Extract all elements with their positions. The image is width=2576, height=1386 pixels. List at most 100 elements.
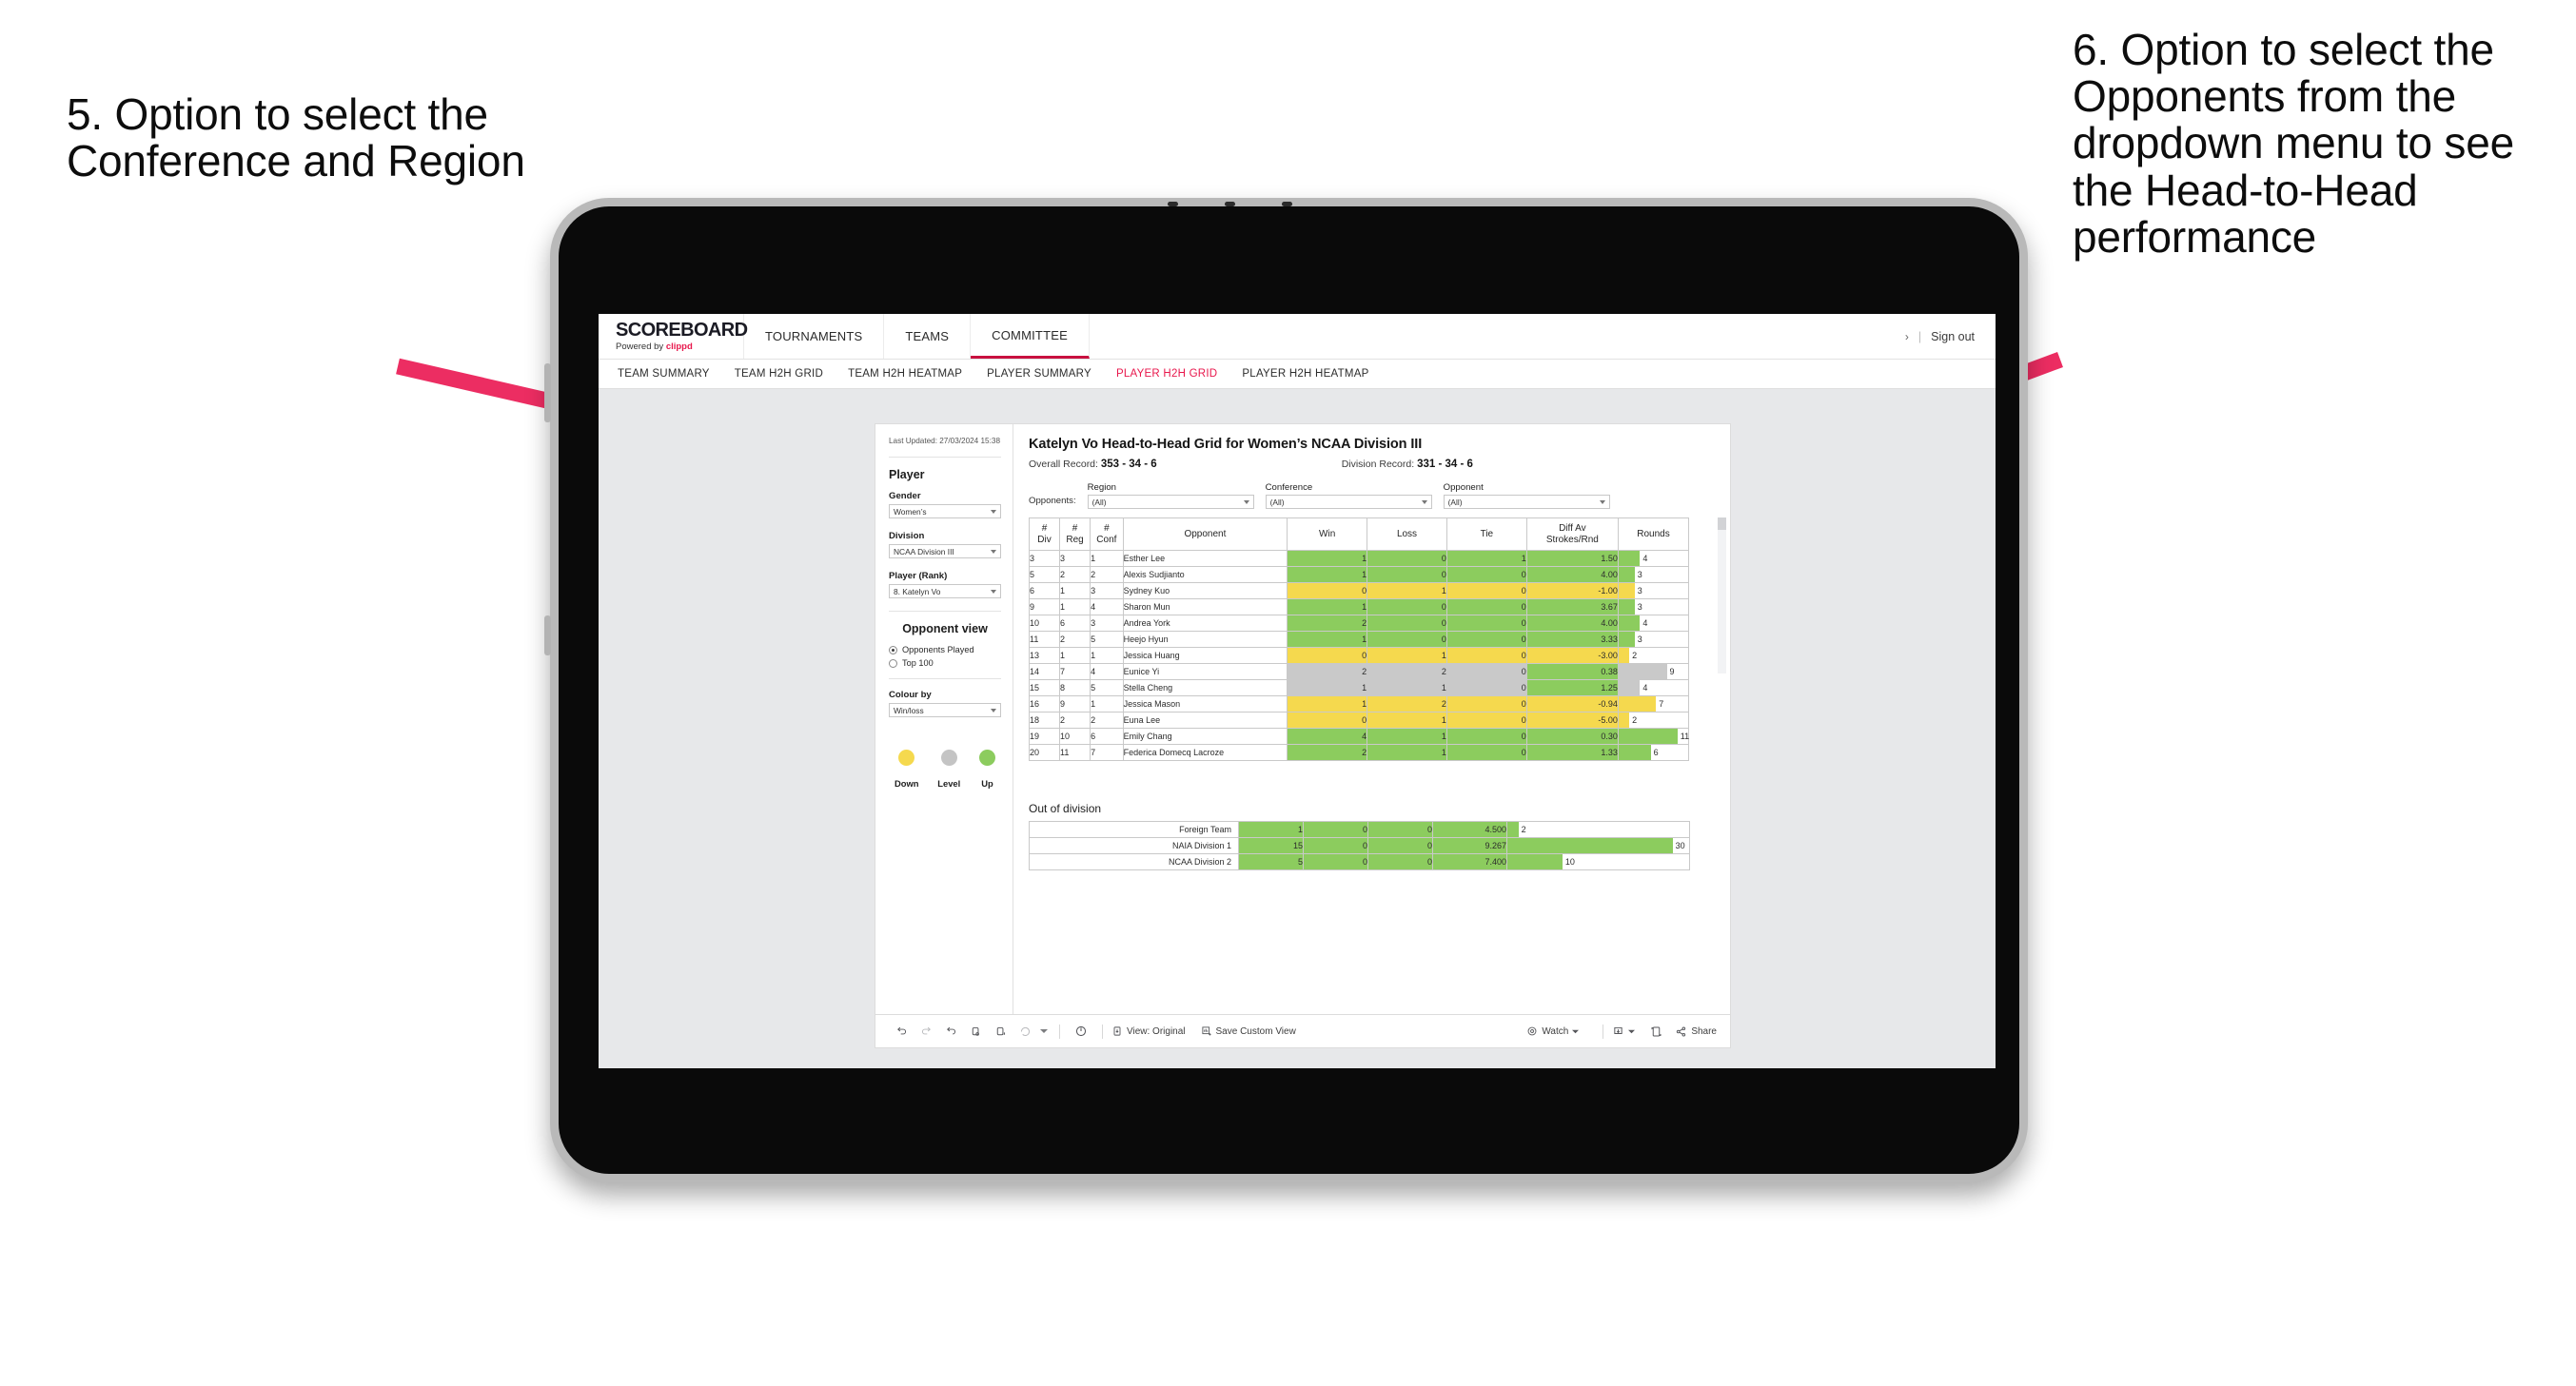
camera-dot xyxy=(1225,202,1235,206)
table-row[interactable]: 18 2 2 Euna Lee 0 1 0 -5.00 2 xyxy=(1028,712,1690,729)
col-reg[interactable]: # Reg xyxy=(1059,517,1091,551)
cell-tie: 0 xyxy=(1445,647,1527,664)
region-value: (All) xyxy=(1091,497,1107,507)
chevron-down-icon xyxy=(991,708,996,713)
conference-select[interactable]: (All) xyxy=(1265,495,1432,509)
table-row[interactable]: 5 2 2 Alexis Sudjianto 1 0 0 4.00 3 xyxy=(1028,566,1690,583)
nav-tab-teams[interactable]: TEAMS xyxy=(884,314,972,359)
cell-win: 2 xyxy=(1287,615,1368,632)
rounds-bar xyxy=(1507,838,1673,853)
division-label: Division xyxy=(889,531,925,542)
radio-opponents-played-label: Opponents Played xyxy=(902,645,974,655)
subtab-player-h2h-heatmap[interactable]: PLAYER H2H HEATMAP xyxy=(1242,368,1393,380)
cell-rounds: 4 xyxy=(1617,615,1690,632)
table-row[interactable]: 13 1 1 Jessica Huang 0 1 0 -3.00 2 xyxy=(1028,647,1690,664)
gender-select[interactable]: Women’s xyxy=(889,504,1001,519)
table-row[interactable]: 14 7 4 Eunice Yi 2 2 0 0.38 9 xyxy=(1028,663,1690,680)
opponent-filters: Opponents: Region (All) Conference (All)… xyxy=(1029,482,1715,509)
out-of-division-row[interactable]: NCAA Division 2 5 0 0 7.400 10 xyxy=(1029,853,1690,870)
col-opponent[interactable]: Opponent xyxy=(1122,517,1288,551)
cell-diff: 3.33 xyxy=(1525,631,1619,648)
table-row[interactable]: 10 6 3 Andrea York 2 0 0 4.00 4 xyxy=(1028,615,1690,632)
cell-conf: 4 xyxy=(1090,598,1124,615)
scrollbar-thumb[interactable] xyxy=(1718,517,1726,530)
out-of-division-table: Foreign Team 1 0 0 4.500 2 NAIA Division 1 15 0 0… xyxy=(1029,821,1690,870)
table-row[interactable]: 16 9 1 Jessica Mason 1 2 0 -0.94 7 xyxy=(1028,695,1690,713)
revert-icon[interactable] xyxy=(938,1025,963,1038)
radio-opponents-played[interactable]: Opponents Played xyxy=(889,645,1001,654)
cell-loss: 0 xyxy=(1303,837,1368,854)
view-original-button[interactable]: View: Original xyxy=(1111,1025,1186,1037)
table-scrollbar[interactable] xyxy=(1718,517,1726,673)
refresh-icon[interactable] xyxy=(963,1025,988,1038)
subtab-team-h2h-grid[interactable]: TEAM H2H GRID xyxy=(735,368,848,380)
region-select[interactable]: (All) xyxy=(1087,495,1254,509)
col-div[interactable]: # Div xyxy=(1028,517,1061,551)
cell-name: NCAA Division 2 xyxy=(1029,853,1239,870)
pause-icon[interactable] xyxy=(1069,1025,1093,1038)
bottom-toolbar: View: Original Save Custom View Watch Sh… xyxy=(875,1015,1731,1048)
rounds-bar xyxy=(1507,822,1519,837)
table-row[interactable]: 6 1 3 Sydney Kuo 0 1 0 -1.00 3 xyxy=(1028,582,1690,599)
cell-reg: 1 xyxy=(1059,647,1091,664)
cell-tie: 0 xyxy=(1445,728,1527,745)
undo-icon[interactable] xyxy=(889,1025,914,1038)
toolbar-separator xyxy=(1059,1024,1060,1039)
nav-tab-committee[interactable]: COMMITTEE xyxy=(971,314,1090,359)
pause-auto-update-icon[interactable] xyxy=(988,1025,1013,1038)
col-rounds[interactable]: Rounds xyxy=(1617,517,1690,551)
rounds-value: 10 xyxy=(1564,857,1575,867)
watch-button[interactable]: Watch xyxy=(1526,1025,1580,1037)
save-custom-view-button[interactable]: Save Custom View xyxy=(1201,1025,1296,1037)
table-row[interactable]: 9 1 4 Sharon Mun 1 0 0 3.67 3 xyxy=(1028,598,1690,615)
chevron-right-icon[interactable]: › xyxy=(1905,330,1909,343)
subtab-player-summary[interactable]: PLAYER SUMMARY xyxy=(987,368,1116,380)
col-loss[interactable]: Loss xyxy=(1367,517,1447,551)
subtab-team-summary[interactable]: TEAM SUMMARY xyxy=(618,368,735,380)
table-row[interactable]: 15 8 5 Stella Cheng 1 1 0 1.25 4 xyxy=(1028,679,1690,696)
col-diff-av-strokes[interactable]: Diff Av Strokes/Rnd xyxy=(1525,517,1619,551)
cell-win: 0 xyxy=(1287,647,1368,664)
colour-by-select[interactable]: Win/loss xyxy=(889,703,1001,718)
table-row[interactable]: 3 3 1 Esther Lee 1 0 1 1.50 4 xyxy=(1028,550,1690,567)
cell-div: 6 xyxy=(1028,582,1061,599)
cell-tie: 0 xyxy=(1445,631,1527,648)
cell-opponent: Esther Lee xyxy=(1122,550,1288,567)
download-button[interactable] xyxy=(1612,1025,1636,1038)
table-row[interactable]: 20 11 7 Federica Domecq Lacroze 2 1 0 1.33 6 xyxy=(1028,744,1690,761)
cell-tie: 0 xyxy=(1445,615,1527,632)
cell-diff: 1.33 xyxy=(1525,744,1619,761)
rounds-value: 2 xyxy=(1632,715,1638,725)
sign-out-link[interactable]: Sign out xyxy=(1931,330,1975,343)
col-tie[interactable]: Tie xyxy=(1445,517,1527,551)
redo-arrow-icon[interactable] xyxy=(1013,1025,1037,1038)
opponent-select[interactable]: (All) xyxy=(1443,495,1610,509)
gender-label: Gender xyxy=(889,491,921,502)
chevron-down-icon[interactable] xyxy=(1037,1027,1051,1035)
subtab-team-h2h-heatmap[interactable]: TEAM H2H HEATMAP xyxy=(848,368,987,380)
subtab-player-h2h-grid[interactable]: PLAYER H2H GRID xyxy=(1116,368,1242,380)
chevron-down-icon xyxy=(1243,499,1249,504)
cell-tie: 0 xyxy=(1445,679,1527,696)
cell-tie: 1 xyxy=(1445,550,1527,567)
table-row[interactable]: 19 10 6 Emily Chang 4 1 0 0.30 11 xyxy=(1028,728,1689,745)
col-win[interactable]: Win xyxy=(1287,517,1368,551)
col-conf[interactable]: # Conf xyxy=(1090,517,1124,551)
cell-tie: 0 xyxy=(1445,663,1527,680)
fullscreen-icon[interactable] xyxy=(1643,1025,1668,1038)
share-button[interactable]: Share xyxy=(1675,1025,1717,1038)
rounds-bar xyxy=(1618,729,1678,744)
table-row[interactable]: 11 2 5 Heejo Hyun 1 0 0 3.33 3 xyxy=(1028,631,1690,648)
view-original-label: View: Original xyxy=(1127,1025,1186,1037)
out-of-division-row[interactable]: Foreign Team 1 0 0 4.500 2 xyxy=(1029,821,1690,838)
opponent-view-heading: Opponent view xyxy=(902,622,988,636)
division-select[interactable]: NCAA Division III xyxy=(889,544,1001,559)
conference-value: (All) xyxy=(1269,497,1285,507)
out-of-division-row[interactable]: NAIA Division 1 15 0 0 9.267 30 xyxy=(1029,837,1690,854)
cell-reg: 9 xyxy=(1059,695,1091,713)
radio-top-100[interactable]: Top 100 xyxy=(889,658,1001,668)
cell-win: 1 xyxy=(1287,550,1368,567)
player-rank-select[interactable]: 8. Katelyn Vo xyxy=(889,584,1001,599)
nav-tab-tournaments[interactable]: TOURNAMENTS xyxy=(744,314,885,359)
redo-icon[interactable] xyxy=(914,1025,938,1038)
